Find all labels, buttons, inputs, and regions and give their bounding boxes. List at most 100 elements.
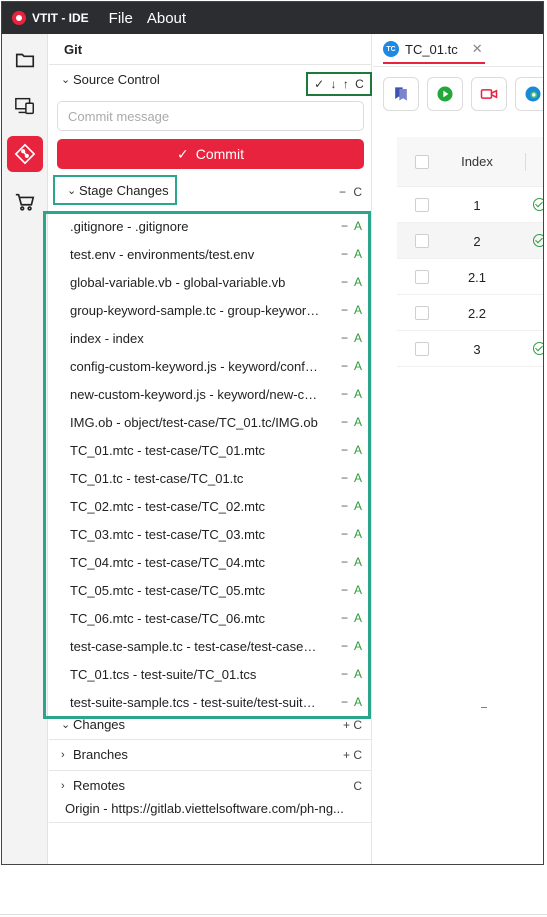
staged-file-row[interactable]: TC_02.mtc - test-case/TC_02.mtc − A bbox=[46, 492, 368, 520]
commit-check-icon[interactable]: ✓ bbox=[314, 77, 324, 91]
git-icon[interactable] bbox=[7, 136, 43, 172]
unstage-icon[interactable]: − bbox=[341, 555, 348, 569]
file-status[interactable]: − A bbox=[341, 499, 362, 513]
run-button[interactable] bbox=[427, 77, 463, 111]
file-status[interactable]: − A bbox=[341, 695, 362, 709]
unstage-icon[interactable]: − bbox=[341, 303, 348, 317]
unstage-icon[interactable]: − bbox=[341, 695, 348, 709]
file-status[interactable]: − A bbox=[341, 359, 362, 373]
stage-changes-actions[interactable]: − C bbox=[339, 185, 364, 199]
refresh-icon[interactable]: C bbox=[355, 77, 364, 91]
staged-file-row[interactable]: TC_01.tc - test-case/TC_01.tc − A bbox=[46, 464, 368, 492]
explorer-icon[interactable] bbox=[7, 42, 43, 78]
staged-file-row[interactable]: index - index − A bbox=[46, 324, 368, 352]
remote-origin[interactable]: Origin - https://gitlab.viettelsoftware.… bbox=[65, 801, 365, 816]
changes-section[interactable]: ⌄ Changes + C bbox=[49, 710, 372, 740]
remotes-header[interactable]: › Remotes bbox=[61, 778, 125, 793]
row-checkbox[interactable] bbox=[415, 270, 429, 284]
file-status[interactable]: − A bbox=[341, 331, 362, 345]
staged-file-row[interactable]: TC_03.mtc - test-case/TC_03.mtc − A bbox=[46, 520, 368, 548]
file-label: test-case-sample.tc - test-case/test-cas… bbox=[70, 638, 320, 654]
table-row[interactable]: 1 bbox=[397, 187, 543, 223]
cart-icon[interactable] bbox=[7, 184, 43, 220]
file-status[interactable]: − A bbox=[341, 443, 362, 457]
table-row[interactable]: 3 bbox=[397, 331, 543, 367]
recorder-button[interactable] bbox=[383, 77, 419, 111]
staged-file-row[interactable]: config-custom-keyword.js - keyword/confi… bbox=[46, 352, 368, 380]
staged-file-row[interactable]: TC_04.mtc - test-case/TC_04.mtc − A bbox=[46, 548, 368, 576]
staged-files-list: .gitignore - .gitignore − Atest.env - envi… bbox=[43, 211, 371, 719]
file-status[interactable]: − A bbox=[341, 667, 362, 681]
tab-tc-01[interactable]: TC TC_01.tc ✕ bbox=[383, 34, 483, 64]
unstage-icon[interactable]: − bbox=[341, 611, 348, 625]
file-status[interactable]: − A bbox=[341, 219, 362, 233]
changes-header[interactable]: ⌄ Changes bbox=[61, 717, 125, 732]
staged-file-row[interactable]: new-custom-keyword.js - keyword/new-cust… bbox=[46, 380, 368, 408]
commit-message-input[interactable] bbox=[57, 101, 364, 131]
close-icon[interactable]: ✕ bbox=[472, 41, 483, 57]
file-status[interactable]: − A bbox=[341, 387, 362, 401]
select-all-checkbox[interactable] bbox=[415, 155, 429, 169]
unstage-icon[interactable]: − bbox=[341, 415, 348, 429]
unstage-icon[interactable]: − bbox=[341, 583, 348, 597]
staged-file-row[interactable]: TC_06.mtc - test-case/TC_06.mtc − A bbox=[46, 604, 368, 632]
source-control-header[interactable]: ⌄ Source Control bbox=[61, 72, 160, 87]
table-row[interactable]: 2.2 bbox=[397, 295, 543, 331]
menu-file[interactable]: File bbox=[109, 10, 133, 27]
source-control-actions: ✓ ↓ ↑ C bbox=[306, 72, 372, 96]
staged-file-row[interactable]: TC_01.mtc - test-case/TC_01.mtc − A bbox=[46, 436, 368, 464]
staged-file-row[interactable]: TC_01.tcs - test-suite/TC_01.tcs − A bbox=[46, 660, 368, 688]
record-video-button[interactable] bbox=[471, 77, 507, 111]
unstage-icon[interactable]: − bbox=[341, 667, 348, 681]
devices-icon[interactable] bbox=[7, 88, 43, 124]
staged-file-row[interactable]: TC_05.mtc - test-case/TC_05.mtc − A bbox=[46, 576, 368, 604]
branches-actions[interactable]: + C bbox=[343, 748, 362, 762]
row-checkbox[interactable] bbox=[415, 198, 429, 212]
branches-label: Branches bbox=[73, 747, 128, 762]
file-status[interactable]: − A bbox=[341, 527, 362, 541]
pull-icon[interactable]: ↓ bbox=[331, 77, 337, 91]
staged-file-row[interactable]: test.env - environments/test.env − A bbox=[46, 240, 368, 268]
row-checkbox[interactable] bbox=[415, 234, 429, 248]
table-row[interactable]: 2 bbox=[397, 223, 543, 259]
file-status[interactable]: − A bbox=[341, 639, 362, 653]
unstage-icon[interactable]: − bbox=[341, 275, 348, 289]
changes-actions[interactable]: + C bbox=[343, 718, 362, 732]
row-checkbox[interactable] bbox=[415, 306, 429, 320]
unstage-icon[interactable]: − bbox=[341, 359, 348, 373]
edge-browser-button[interactable] bbox=[515, 77, 543, 111]
file-status[interactable]: − A bbox=[341, 247, 362, 261]
unstage-icon[interactable]: − bbox=[341, 471, 348, 485]
menu-about[interactable]: About bbox=[147, 10, 186, 27]
file-status[interactable]: − A bbox=[341, 555, 362, 569]
file-status[interactable]: − A bbox=[341, 471, 362, 485]
staged-file-row[interactable]: .gitignore - .gitignore − A bbox=[46, 212, 368, 240]
unstage-icon[interactable]: − bbox=[341, 247, 348, 261]
staged-file-row[interactable]: test-case-sample.tc - test-case/test-cas… bbox=[46, 632, 368, 660]
unstage-icon[interactable]: − bbox=[341, 219, 348, 233]
unstage-icon[interactable]: − bbox=[341, 443, 348, 457]
unstage-icon[interactable]: − bbox=[341, 387, 348, 401]
record-video-icon bbox=[480, 89, 498, 99]
push-icon[interactable]: ↑ bbox=[343, 77, 349, 91]
row-checkbox[interactable] bbox=[415, 342, 429, 356]
commit-button[interactable]: ✓ Commit bbox=[57, 139, 364, 169]
branches-section[interactable]: › Branches + C bbox=[49, 739, 372, 769]
branches-header[interactable]: › Branches bbox=[61, 747, 128, 762]
file-status[interactable]: − A bbox=[341, 303, 362, 317]
file-status[interactable]: − A bbox=[341, 611, 362, 625]
stage-changes-header[interactable]: ⌄ Stage Changes bbox=[53, 175, 177, 205]
unstage-icon[interactable]: − bbox=[341, 527, 348, 541]
unstage-icon[interactable]: − bbox=[341, 499, 348, 513]
unstage-icon[interactable]: − bbox=[341, 639, 348, 653]
staged-file-row[interactable]: group-keyword-sample.tc - group-keyword-… bbox=[46, 296, 368, 324]
staged-file-row[interactable]: IMG.ob - object/test-case/TC_01.tc/IMG.o… bbox=[46, 408, 368, 436]
staged-file-row[interactable]: global-variable.vb - global-variable.vb −… bbox=[46, 268, 368, 296]
unstage-icon[interactable]: − bbox=[341, 331, 348, 345]
table-row[interactable]: 2.1 bbox=[397, 259, 543, 295]
file-status[interactable]: − A bbox=[341, 275, 362, 289]
file-status[interactable]: − A bbox=[341, 583, 362, 597]
remotes-section[interactable]: › Remotes C bbox=[49, 770, 372, 800]
remotes-actions[interactable]: C bbox=[353, 779, 362, 793]
file-status[interactable]: − A bbox=[341, 415, 362, 429]
